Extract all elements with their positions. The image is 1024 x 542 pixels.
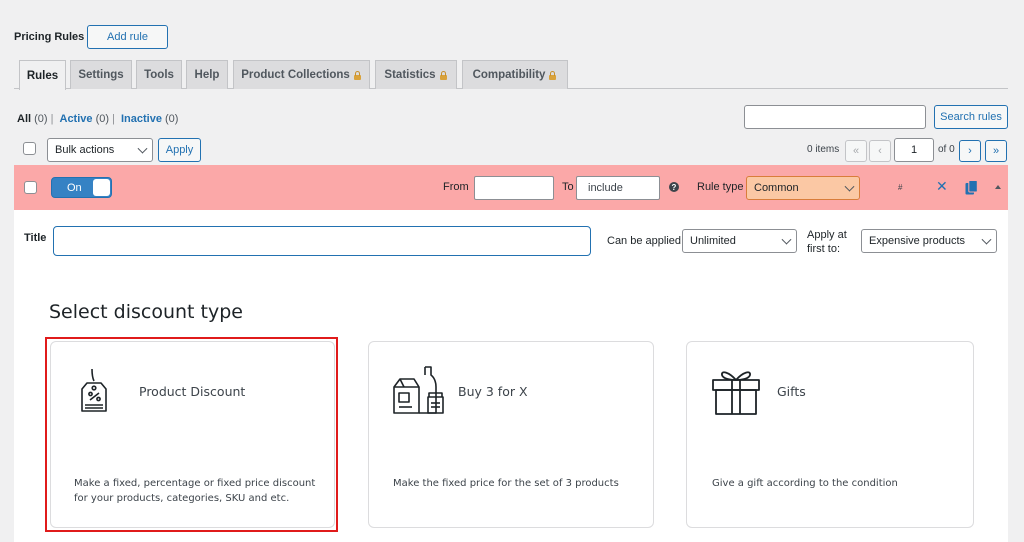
tab-label: Rules: [26, 69, 59, 82]
can-be-applied-select[interactable]: Unlimited: [682, 229, 797, 253]
to-date-input[interactable]: include: [576, 176, 660, 200]
tab-settings[interactable]: Settings: [70, 60, 132, 89]
rule-checkbox[interactable]: [24, 181, 37, 194]
filter-separator: |: [50, 113, 54, 125]
grocery-bottles-icon: [393, 366, 444, 414]
page-title: Pricing Rules: [14, 31, 85, 43]
tab-label: Compatibility: [472, 69, 546, 81]
card-description: Give a gift according to the condition: [712, 476, 898, 491]
from-date-input[interactable]: [474, 176, 554, 200]
first-page-button[interactable]: «: [845, 140, 867, 162]
bulk-actions-value: Bulk actions: [55, 144, 115, 156]
tab-help[interactable]: Help: [186, 60, 228, 89]
lock-icon: [548, 70, 557, 80]
rule-id-hash: #: [898, 183, 903, 192]
to-label: To: [562, 181, 574, 193]
filter-inactive[interactable]: Inactive: [121, 113, 162, 125]
tab-label: Help: [194, 69, 220, 81]
copy-rule-icon[interactable]: [965, 180, 978, 195]
apply-first-label-line: first to:: [807, 243, 841, 255]
rule-type-select[interactable]: Common: [746, 176, 860, 200]
tab-label: Product Collections: [241, 69, 350, 81]
card-title: Buy 3 for X: [458, 384, 528, 399]
card-title: Gifts: [777, 384, 806, 399]
tab-tools[interactable]: Tools: [136, 60, 182, 89]
chevron-down-icon: [781, 234, 792, 245]
filter-active[interactable]: Active: [60, 113, 93, 125]
total-pages: of 0: [938, 144, 955, 155]
tab-rules[interactable]: Rules: [19, 60, 66, 90]
card-description-line: Make the fixed price for the set of 3 pr…: [393, 478, 619, 489]
select-all-checkbox[interactable]: [23, 142, 36, 155]
filter-all[interactable]: All: [17, 113, 31, 125]
lock-icon: [439, 70, 448, 80]
section-title: Select discount type: [49, 301, 243, 323]
selection-highlight: [45, 337, 338, 532]
tab-compatibility[interactable]: Compatibility: [462, 60, 568, 89]
chevron-down-icon: [844, 181, 855, 192]
rule-type-value: Common: [754, 182, 799, 194]
tab-label: Statistics: [384, 69, 436, 81]
apply-first-select[interactable]: Expensive products: [861, 229, 997, 253]
chevron-down-icon: [137, 143, 148, 154]
chevron-down-icon: [981, 234, 992, 245]
toggle-knob: [93, 179, 110, 196]
next-page-button[interactable]: ›: [959, 140, 981, 162]
can-be-applied-value: Unlimited: [690, 235, 736, 247]
status-filters: All (0) | Active (0) | Inactive (0): [17, 113, 178, 125]
apply-first-label: Apply at first to:: [807, 228, 847, 256]
apply-button[interactable]: Apply: [158, 138, 201, 162]
filter-active-count: (0): [95, 113, 110, 125]
apply-first-label-line: Apply at: [807, 229, 847, 241]
tab-label: Tools: [144, 69, 174, 81]
lock-icon: [353, 70, 362, 80]
last-page-button[interactable]: »: [985, 140, 1007, 162]
current-page-input[interactable]: 1: [894, 138, 934, 162]
search-rules-button[interactable]: Search rules: [934, 105, 1008, 129]
card-description: Make the fixed price for the set of 3 pr…: [393, 476, 619, 491]
filter-separator: |: [112, 113, 115, 125]
tab-label: Settings: [78, 69, 124, 81]
items-count: 0 items: [807, 144, 840, 155]
bulk-actions-select[interactable]: Bulk actions: [47, 138, 153, 162]
delete-rule-icon[interactable]: ✕: [936, 178, 948, 195]
tab-statistics[interactable]: Statistics: [375, 60, 457, 89]
add-rule-button[interactable]: Add rule: [87, 25, 168, 49]
search-input[interactable]: [744, 105, 926, 129]
rule-title-input[interactable]: [53, 226, 591, 256]
can-be-applied-label: Can be applied: [607, 235, 682, 247]
toggle-label: On: [67, 182, 82, 194]
help-icon[interactable]: ?: [669, 182, 679, 192]
gift-box-icon: [712, 371, 760, 415]
rule-type-label: Rule type: [697, 181, 744, 193]
tab-product-collections[interactable]: Product Collections: [233, 60, 370, 89]
apply-first-value: Expensive products: [869, 235, 965, 247]
card-description-line: Give a gift according to the condition: [712, 478, 898, 489]
collapse-caret-icon[interactable]: [995, 185, 1001, 189]
filter-inactive-count: (0): [165, 113, 179, 125]
prev-page-button[interactable]: ‹: [869, 140, 891, 162]
filter-all-count: (0): [34, 113, 48, 125]
title-label: Title: [24, 232, 47, 244]
from-label: From: [443, 181, 469, 193]
